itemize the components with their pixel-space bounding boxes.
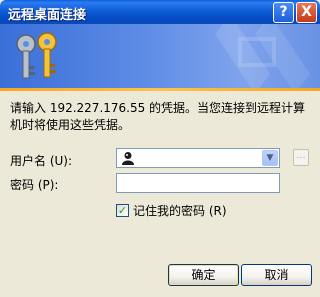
remember-password-label[interactable]: 记住我的密码 (R) bbox=[133, 202, 227, 219]
user-icon bbox=[122, 152, 134, 165]
browse-user-button[interactable]: … bbox=[293, 149, 309, 166]
cancel-button[interactable]: 取消 bbox=[241, 264, 312, 286]
username-combobox[interactable]: ▼ bbox=[116, 148, 280, 168]
help-button[interactable]: ? bbox=[273, 2, 294, 23]
password-field[interactable] bbox=[116, 173, 280, 193]
title-bar[interactable]: 远程桌面连接 ? X bbox=[0, 0, 320, 24]
remember-password-row[interactable]: ✓ 记住我的密码 (R) bbox=[116, 202, 227, 219]
banner-decoration bbox=[215, 24, 310, 88]
close-button[interactable]: X bbox=[296, 2, 317, 23]
window-title: 远程桌面连接 bbox=[8, 8, 87, 23]
header-banner bbox=[0, 24, 320, 88]
username-label: 用户名 (U): bbox=[10, 154, 73, 168]
ok-button[interactable]: 确定 bbox=[168, 264, 239, 286]
chevron-down-icon[interactable]: ▼ bbox=[262, 150, 278, 166]
keys-icon bbox=[16, 32, 57, 79]
banner-accent-line bbox=[0, 88, 320, 91]
password-label: 密码 (P): bbox=[10, 178, 59, 192]
remember-password-checkbox[interactable]: ✓ bbox=[116, 204, 129, 217]
credentials-description: 请输入 192.227.176.55 的凭据。当您连接到远程计算机时将使用这些凭… bbox=[10, 101, 306, 132]
